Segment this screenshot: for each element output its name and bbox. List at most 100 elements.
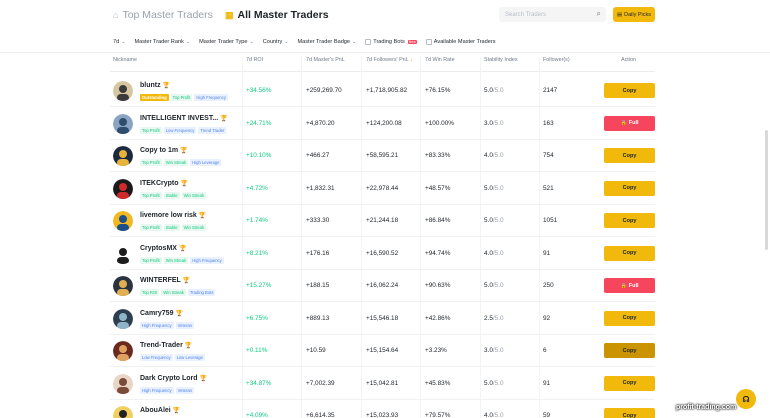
col-pnl[interactable]: 7d Master's PnL bbox=[306, 57, 345, 63]
trader-tag: High Frequency bbox=[190, 256, 224, 264]
col-followers-pnl[interactable]: 7d Followers' PnL ↓ bbox=[366, 57, 413, 63]
avatar[interactable] bbox=[113, 211, 133, 231]
win-rate-value: +45.83% bbox=[425, 379, 451, 387]
stability-value: 5.0/5.0 bbox=[484, 217, 504, 224]
action-label: Copy bbox=[622, 347, 637, 354]
table-row[interactable]: Dark Crypto Lord 🏆 High Frequency Veteran … bbox=[0, 368, 770, 400]
table-row[interactable]: WINTERFEL 🏆 Top ROI Win Streak Trading Bots… bbox=[0, 270, 770, 302]
avatar[interactable] bbox=[113, 308, 133, 329]
checkbox-icon[interactable] bbox=[365, 39, 372, 45]
trader-name[interactable]: Camry759 🏆 bbox=[140, 310, 183, 317]
medal-icon: 🏆 bbox=[220, 115, 228, 122]
copy-button[interactable]: Copy bbox=[604, 245, 655, 261]
table-row[interactable]: Copy to 1m 🏆 Top Profit Win Streak High Lev… bbox=[0, 140, 770, 172]
followers-count: 92 bbox=[543, 314, 551, 322]
tab-all-master-traders[interactable]: ▦ All Master Traders bbox=[225, 9, 329, 21]
trader-name[interactable]: Trend-Trader 🏆 bbox=[140, 342, 192, 349]
badge-dropdown[interactable]: Master Trader Badge ⌄ bbox=[297, 39, 356, 45]
trader-name[interactable]: Dark Crypto Lord 🏆 bbox=[140, 375, 207, 382]
stability-max: /5.0 bbox=[492, 152, 504, 159]
win-rate-value: +83.33% bbox=[425, 152, 451, 159]
table-row[interactable]: livemore low risk 🏆 Top Profit Stable Win S… bbox=[0, 205, 770, 237]
stability-value: 5.0/5.0 bbox=[484, 185, 504, 192]
trader-name[interactable]: INTELLIGENT INVEST... 🏆 bbox=[140, 115, 228, 122]
master-pnl-value: +10.59 bbox=[306, 347, 326, 354]
avatar[interactable] bbox=[113, 81, 133, 101]
avatar[interactable] bbox=[113, 178, 133, 199]
tab-top-master-traders[interactable]: ⌂ Top Master Traders bbox=[113, 9, 213, 21]
copy-button[interactable]: Copy bbox=[604, 310, 655, 326]
copy-button[interactable]: Copy bbox=[604, 180, 655, 196]
rank-dropdown[interactable]: Master Trader Rank ⌄ bbox=[134, 39, 190, 45]
table-row[interactable]: INTELLIGENT INVEST... 🏆 Top Profit Low Fre… bbox=[0, 108, 770, 140]
sort-down-icon: ↓ bbox=[408, 57, 413, 63]
master-pnl-value: +6,614.35 bbox=[306, 412, 335, 418]
trader-tag: Low Frequency bbox=[140, 354, 173, 361]
period-dropdown[interactable]: 7d ⌄ bbox=[113, 39, 125, 45]
trader-name[interactable]: ITEKCrypto 🏆 bbox=[140, 180, 188, 187]
stability-max: /5.0 bbox=[492, 184, 504, 192]
followers-count: 163 bbox=[543, 119, 554, 127]
col-stability[interactable]: Stability Index bbox=[484, 57, 518, 63]
stability-score: 4.0 bbox=[484, 152, 493, 159]
avatar[interactable] bbox=[113, 406, 133, 418]
followers-count: 2147 bbox=[543, 87, 558, 94]
headset-icon: ☊ bbox=[742, 394, 750, 404]
type-label: Master Trader Type bbox=[199, 39, 248, 45]
home-icon: ⌂ bbox=[113, 10, 119, 20]
trader-tags: Top Profit Win Streak High Leverage bbox=[140, 159, 222, 166]
copy-button[interactable]: Copy bbox=[604, 148, 655, 163]
scrollbar[interactable] bbox=[765, 130, 768, 250]
table-row[interactable]: Trend-Trader 🏆 Low Frequency Low Leverage … bbox=[0, 335, 770, 367]
full-button[interactable]: 🔒 Full bbox=[604, 278, 655, 293]
daily-picks-button[interactable]: ▤ Daily Picks bbox=[613, 7, 655, 22]
avatar[interactable] bbox=[113, 243, 133, 264]
medal-icon: 🏆 bbox=[175, 310, 183, 317]
avatar[interactable] bbox=[113, 373, 133, 394]
search-placeholder: Search Traders bbox=[505, 11, 547, 18]
available-checkbox[interactable]: Available Master Traders bbox=[425, 39, 496, 45]
country-dropdown[interactable]: Country ⌄ bbox=[263, 39, 289, 45]
master-pnl-value: +333.30 bbox=[306, 217, 330, 224]
trader-name[interactable]: bluntz 🏆 bbox=[140, 82, 170, 89]
search-input[interactable]: Search Traders ⌕ bbox=[499, 7, 606, 22]
copy-button[interactable]: Copy bbox=[604, 408, 655, 418]
table-row[interactable]: CryptosMX 🏆 Top Profit Win Streak High Freq… bbox=[0, 238, 770, 270]
trader-name[interactable]: WINTERFEL 🏆 bbox=[140, 277, 190, 284]
avatar[interactable] bbox=[113, 146, 133, 166]
type-dropdown[interactable]: Master Trader Type ⌄ bbox=[199, 39, 254, 45]
support-chat-button[interactable]: ☊ bbox=[736, 389, 756, 409]
col-win-rate[interactable]: 7d Win Rate bbox=[425, 57, 455, 63]
avatar[interactable] bbox=[113, 113, 133, 134]
col-followers[interactable]: Follower(s) bbox=[543, 57, 570, 63]
copy-button[interactable]: Copy bbox=[604, 213, 655, 228]
table-row[interactable]: ITEKCrypto 🏆 Top Profit Stable Win Streak +… bbox=[0, 173, 770, 205]
checkbox-icon[interactable] bbox=[425, 39, 432, 45]
trader-name[interactable]: CryptosMX 🏆 bbox=[140, 245, 186, 252]
copy-button[interactable]: Copy bbox=[604, 343, 655, 358]
trader-tag: Win Streak bbox=[163, 256, 189, 264]
avatar[interactable] bbox=[113, 341, 133, 361]
stability-score: 2.5 bbox=[484, 314, 493, 322]
followers-pnl-value: +15,154.64 bbox=[366, 347, 399, 354]
copy-button[interactable]: Copy bbox=[604, 375, 655, 391]
table-row[interactable]: bluntz 🏆 Outstanding Top Profit High Freque… bbox=[0, 75, 770, 107]
stability-max: /5.0 bbox=[492, 347, 504, 354]
stability-value: 4.0/5.0 bbox=[484, 152, 504, 159]
copy-button[interactable]: Copy bbox=[604, 83, 655, 98]
win-rate-value: +100.00% bbox=[425, 119, 454, 127]
trading-bots-checkbox[interactable]: Trading Bots New bbox=[365, 39, 417, 45]
trader-name[interactable]: Copy to 1m 🏆 bbox=[140, 147, 188, 154]
search-icon[interactable]: ⌕ bbox=[597, 9, 601, 19]
stability-score: 3.0 bbox=[484, 347, 493, 354]
avatar[interactable] bbox=[113, 276, 133, 296]
trader-name[interactable]: AbouAlei 🏆 bbox=[140, 407, 180, 414]
table-row[interactable]: AbouAlei 🏆 +4.09% +6,614.35 +15,023.93 +7… bbox=[0, 400, 770, 418]
full-button[interactable]: 🔒 Full bbox=[604, 115, 655, 131]
col-roi[interactable]: 7d ROI bbox=[246, 57, 263, 63]
followers-pnl-value: +21,244.18 bbox=[366, 217, 399, 224]
trader-name[interactable]: livemore low risk 🏆 bbox=[140, 212, 206, 219]
table-row[interactable]: Camry759 🏆 High Frequency Veteran +6.75% +… bbox=[0, 303, 770, 335]
trader-tag: Top Profit bbox=[140, 224, 162, 231]
master-pnl-value: +466.27 bbox=[306, 152, 330, 159]
